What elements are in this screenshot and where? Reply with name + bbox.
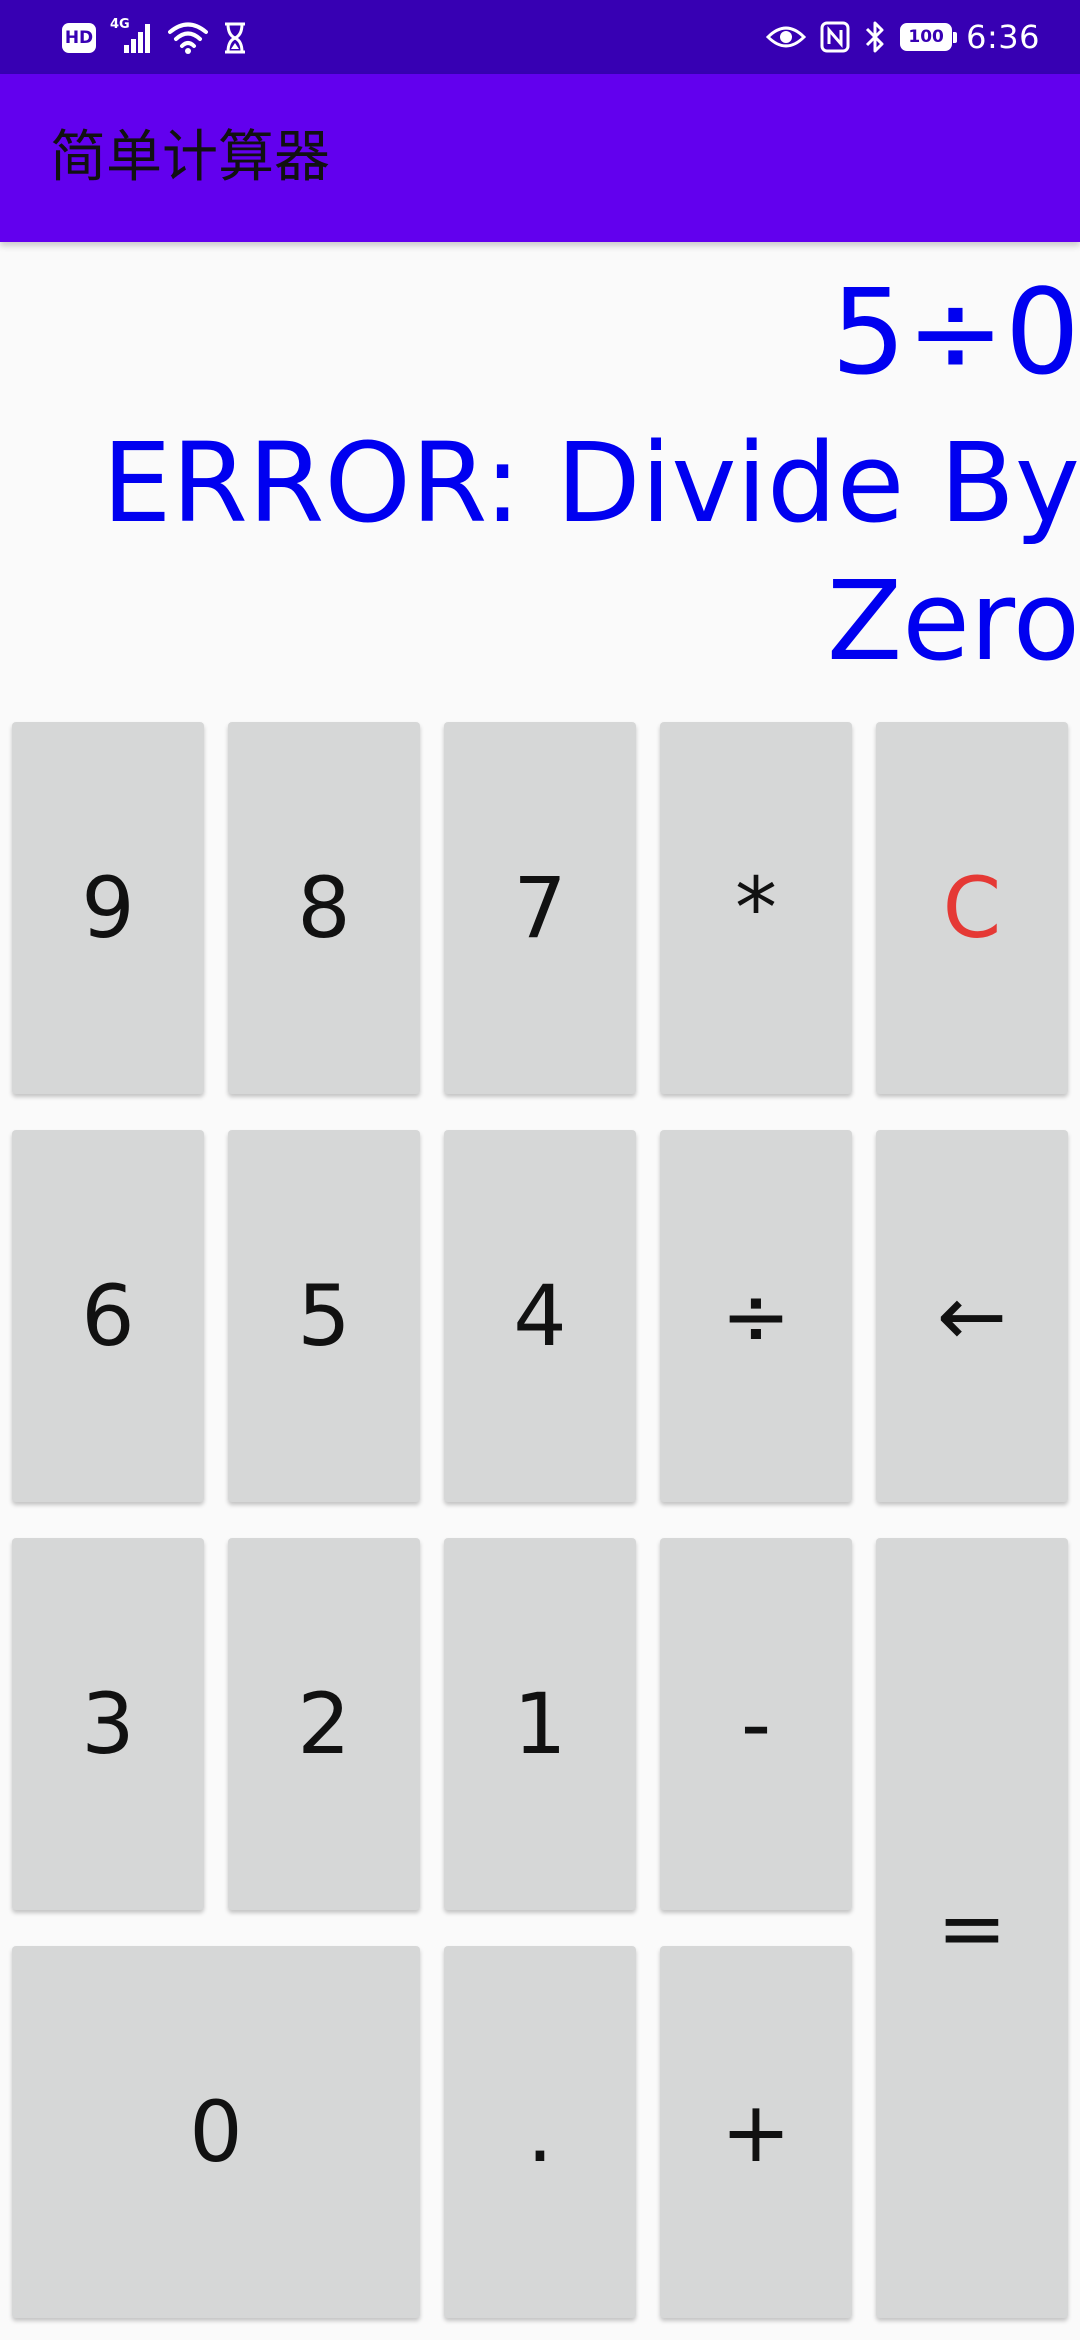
key-decimal[interactable]: . — [444, 1946, 636, 2318]
battery-icon: 100 — [900, 23, 958, 51]
key-divide[interactable]: ÷ — [660, 1130, 852, 1502]
signal-icon: 4G — [110, 17, 154, 55]
result-text: ERROR: Divide By Zero — [102, 419, 1080, 685]
key-1[interactable]: 1 — [444, 1538, 636, 1910]
wifi-icon — [168, 21, 208, 55]
expression-text: 5÷0 — [830, 263, 1080, 401]
status-right-group: 100 6:36 — [766, 14, 1040, 60]
key-3[interactable]: 3 — [12, 1538, 204, 1910]
key-6[interactable]: 6 — [12, 1130, 204, 1502]
key-7[interactable]: 7 — [444, 722, 636, 1094]
key-4[interactable]: 4 — [444, 1130, 636, 1502]
app-bar: 简单计算器 — [0, 74, 1080, 242]
hd-icon: HD — [62, 23, 96, 53]
status-time: 6:36 — [966, 18, 1040, 56]
eye-icon — [766, 22, 807, 52]
key-add[interactable]: + — [660, 1946, 852, 2318]
hourglass-icon — [222, 21, 248, 55]
key-2[interactable]: 2 — [228, 1538, 420, 1910]
key-5[interactable]: 5 — [228, 1130, 420, 1502]
key-9[interactable]: 9 — [12, 722, 204, 1094]
bluetooth-icon — [864, 20, 886, 54]
key-subtract[interactable]: - — [660, 1538, 852, 1910]
clear-button[interactable]: C — [876, 722, 1068, 1094]
keypad: 9 8 7 * C 6 5 4 ÷ ← 3 2 1 - = 0 . + — [0, 702, 1080, 2332]
equals-button[interactable]: = — [876, 1538, 1068, 2318]
app-title: 简单计算器 — [50, 125, 330, 190]
backspace-button[interactable]: ← — [876, 1130, 1068, 1502]
key-0[interactable]: 0 — [12, 1946, 420, 2318]
key-multiply[interactable]: * — [660, 722, 852, 1094]
status-bar: HD 4G 100 6:36 — [0, 0, 1080, 74]
key-8[interactable]: 8 — [228, 722, 420, 1094]
status-left-group: HD 4G — [62, 17, 248, 58]
nfc-icon — [820, 21, 850, 53]
calculator-display: 5÷0 ERROR: Divide By Zero — [0, 242, 1080, 702]
